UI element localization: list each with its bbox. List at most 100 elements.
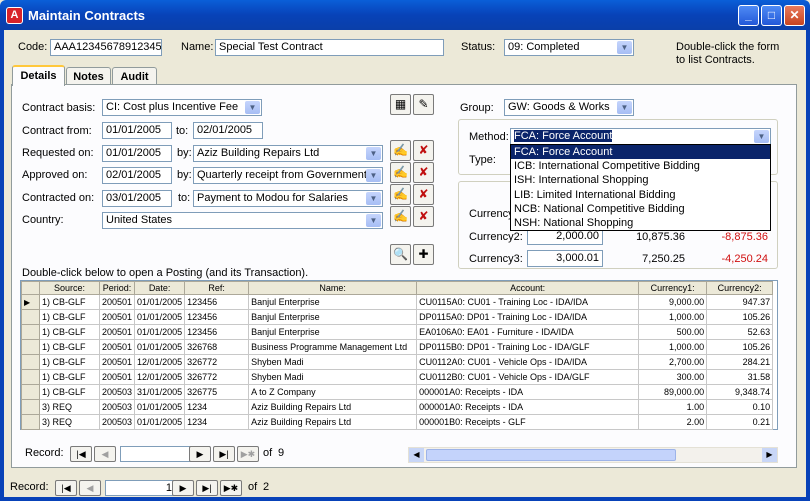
contract-basis-combo[interactable]: CI: Cost plus Incentive Fee ▼	[102, 99, 262, 116]
scroll-left-icon[interactable]: ◀	[409, 448, 424, 462]
column-header[interactable]: Period:	[98, 281, 136, 295]
chevron-down-icon[interactable]: ▼	[366, 192, 381, 205]
method-option[interactable]: NSH: National Shopping	[511, 216, 770, 230]
table-cell[interactable]: 3) REQ	[39, 399, 100, 415]
minimize-button[interactable]: _	[738, 5, 759, 26]
chevron-down-icon[interactable]: ▼	[366, 147, 381, 160]
table-row[interactable]: ▶ 1) CB-GLF 200501 01/01/2005 123456 Banjul E…	[21, 294, 774, 310]
table-row[interactable]: 1) CB-GLF 200501 12/01/2005 326772 Shyben Ma…	[21, 354, 774, 370]
table-cell[interactable]: 105.26	[706, 339, 774, 355]
table-cell[interactable]: 000001A0: Receipts - IDA	[416, 384, 640, 400]
requested-date-field[interactable]: 01/01/2005	[102, 145, 172, 162]
table-cell[interactable]: 200501	[98, 369, 136, 385]
row-selector[interactable]	[21, 369, 40, 385]
method-dropdown-list[interactable]: FCA: Force Account ICB: International Co…	[510, 144, 771, 231]
table-cell[interactable]: 0.21	[706, 414, 774, 430]
table-cell[interactable]: 200501	[98, 354, 136, 370]
table-cell[interactable]: 01/01/2005	[134, 399, 186, 415]
table-row[interactable]: 1) CB-GLF 200503 31/01/2005 326775 A to Z Co…	[21, 384, 774, 400]
table-cell[interactable]: Banjul Enterprise	[248, 309, 418, 325]
table-cell[interactable]: 2,700.00	[638, 354, 708, 370]
table-cell[interactable]: 2.00	[638, 414, 708, 430]
method-option[interactable]: ICB: International Competitive Bidding	[511, 159, 770, 173]
approved-by-combo[interactable]: Quarterly receipt from Government ▼	[193, 167, 383, 184]
country-combo[interactable]: United States ▼	[102, 212, 383, 229]
previous-record-button[interactable]: ◀	[94, 446, 116, 462]
postings-grid[interactable]: Source: Period: Date: Ref: Name: Account…	[20, 280, 778, 430]
table-cell[interactable]: 1234	[184, 414, 250, 430]
record-position-field[interactable]: 1	[105, 480, 177, 496]
table-cell[interactable]: 01/01/2005	[134, 309, 186, 325]
table-cell[interactable]: 9,000.00	[638, 294, 708, 310]
table-cell[interactable]: 200501	[98, 324, 136, 340]
edit-record-icon[interactable]: ✍	[390, 162, 411, 183]
table-row[interactable]: 1) CB-GLF 200501 01/01/2005 123456 Banjul En…	[21, 309, 774, 325]
group-combo[interactable]: GW: Goods & Works ▼	[504, 99, 634, 116]
delete-record-icon[interactable]: ✘	[413, 140, 434, 161]
table-cell[interactable]: 300.00	[638, 369, 708, 385]
column-header[interactable]: Name:	[248, 281, 418, 295]
column-header[interactable]: Date:	[134, 281, 186, 295]
table-cell[interactable]: 200501	[98, 339, 136, 355]
row-selector[interactable]	[21, 384, 40, 400]
table-cell[interactable]: 1,000.00	[638, 309, 708, 325]
maximize-button[interactable]: □	[761, 5, 782, 26]
table-cell[interactable]: 200503	[98, 399, 136, 415]
new-record-icon[interactable]: ✚	[413, 244, 434, 265]
table-cell[interactable]: Shyben Madi	[248, 354, 418, 370]
chevron-down-icon[interactable]: ▼	[366, 214, 381, 227]
status-combo[interactable]: 09: Completed ▼	[504, 39, 634, 56]
table-row[interactable]: 3) REQ 200503 01/01/2005 1234 Aziz Building …	[21, 399, 774, 415]
requested-by-combo[interactable]: Aziz Building Repairs Ltd ▼	[193, 145, 383, 162]
table-row[interactable]: 3) REQ 200503 01/01/2005 1234 Aziz Building …	[21, 414, 774, 430]
table-cell[interactable]: Banjul Enterprise	[248, 294, 418, 310]
table-cell[interactable]: 200501	[98, 294, 136, 310]
table-cell[interactable]: 000001B0: Receipts - GLF	[416, 414, 640, 430]
table-cell[interactable]: 01/01/2005	[134, 324, 186, 340]
new-record-button[interactable]: ▶✱	[237, 446, 259, 462]
edit-record-icon[interactable]: ✍	[390, 184, 411, 205]
edit-record-icon[interactable]: ✍	[390, 140, 411, 161]
chevron-down-icon[interactable]: ▼	[617, 41, 632, 54]
table-cell[interactable]: 01/01/2005	[134, 414, 186, 430]
table-cell[interactable]: 947.37	[706, 294, 774, 310]
row-selector[interactable]	[21, 339, 40, 355]
table-cell[interactable]: Aziz Building Repairs Ltd	[248, 414, 418, 430]
method-option[interactable]: ISH: International Shopping	[511, 173, 770, 187]
calculator-icon[interactable]: ▦	[390, 94, 411, 115]
chevron-down-icon[interactable]: ▼	[245, 101, 260, 114]
table-cell[interactable]: 123456	[184, 294, 250, 310]
table-cell[interactable]: 12/01/2005	[134, 369, 186, 385]
table-cell[interactable]: 12/01/2005	[134, 354, 186, 370]
contract-from-field[interactable]: 01/01/2005	[102, 122, 172, 139]
row-selector[interactable]	[21, 414, 40, 430]
code-field[interactable]: AAA12345678912345	[50, 39, 162, 56]
delete-record-icon[interactable]: ✘	[413, 206, 434, 227]
table-cell[interactable]: 1) CB-GLF	[39, 384, 100, 400]
method-option[interactable]: FCA: Force Account	[511, 145, 770, 160]
method-combo[interactable]: FCA: Force Account ▼	[510, 128, 771, 145]
edit-record-icon[interactable]: ✍	[390, 206, 411, 227]
table-cell[interactable]: 1) CB-GLF	[39, 354, 100, 370]
table-cell[interactable]: 31.58	[706, 369, 774, 385]
table-cell[interactable]: 326772	[184, 369, 250, 385]
table-cell[interactable]: 000001A0: Receipts - IDA	[416, 399, 640, 415]
table-cell[interactable]: 200503	[98, 384, 136, 400]
next-record-button[interactable]: ▶	[172, 480, 194, 496]
edit-tool-icon[interactable]: ✎	[413, 94, 434, 115]
table-cell[interactable]: Shyben Madi	[248, 369, 418, 385]
table-cell[interactable]: 1) CB-GLF	[39, 324, 100, 340]
last-record-button[interactable]: ▶|	[196, 480, 218, 496]
first-record-button[interactable]: |◀	[55, 480, 77, 496]
table-cell[interactable]: 31/01/2005	[134, 384, 186, 400]
new-record-button[interactable]: ▶✱	[220, 480, 242, 496]
table-cell[interactable]: CU0112A0: CU01 - Vehicle Ops - IDA/IDA	[416, 354, 640, 370]
column-header[interactable]: Currency2:	[706, 281, 774, 295]
table-row[interactable]: 1) CB-GLF 200501 01/01/2005 326768 Business …	[21, 339, 774, 355]
table-cell[interactable]: Business Programme Management Ltd	[248, 339, 418, 355]
row-selector[interactable]	[21, 309, 40, 325]
table-cell[interactable]: 89,000.00	[638, 384, 708, 400]
table-cell[interactable]: 123456	[184, 324, 250, 340]
table-cell[interactable]: A to Z Company	[248, 384, 418, 400]
table-cell[interactable]: EA0106A0: EA01 - Furniture - IDA/IDA	[416, 324, 640, 340]
